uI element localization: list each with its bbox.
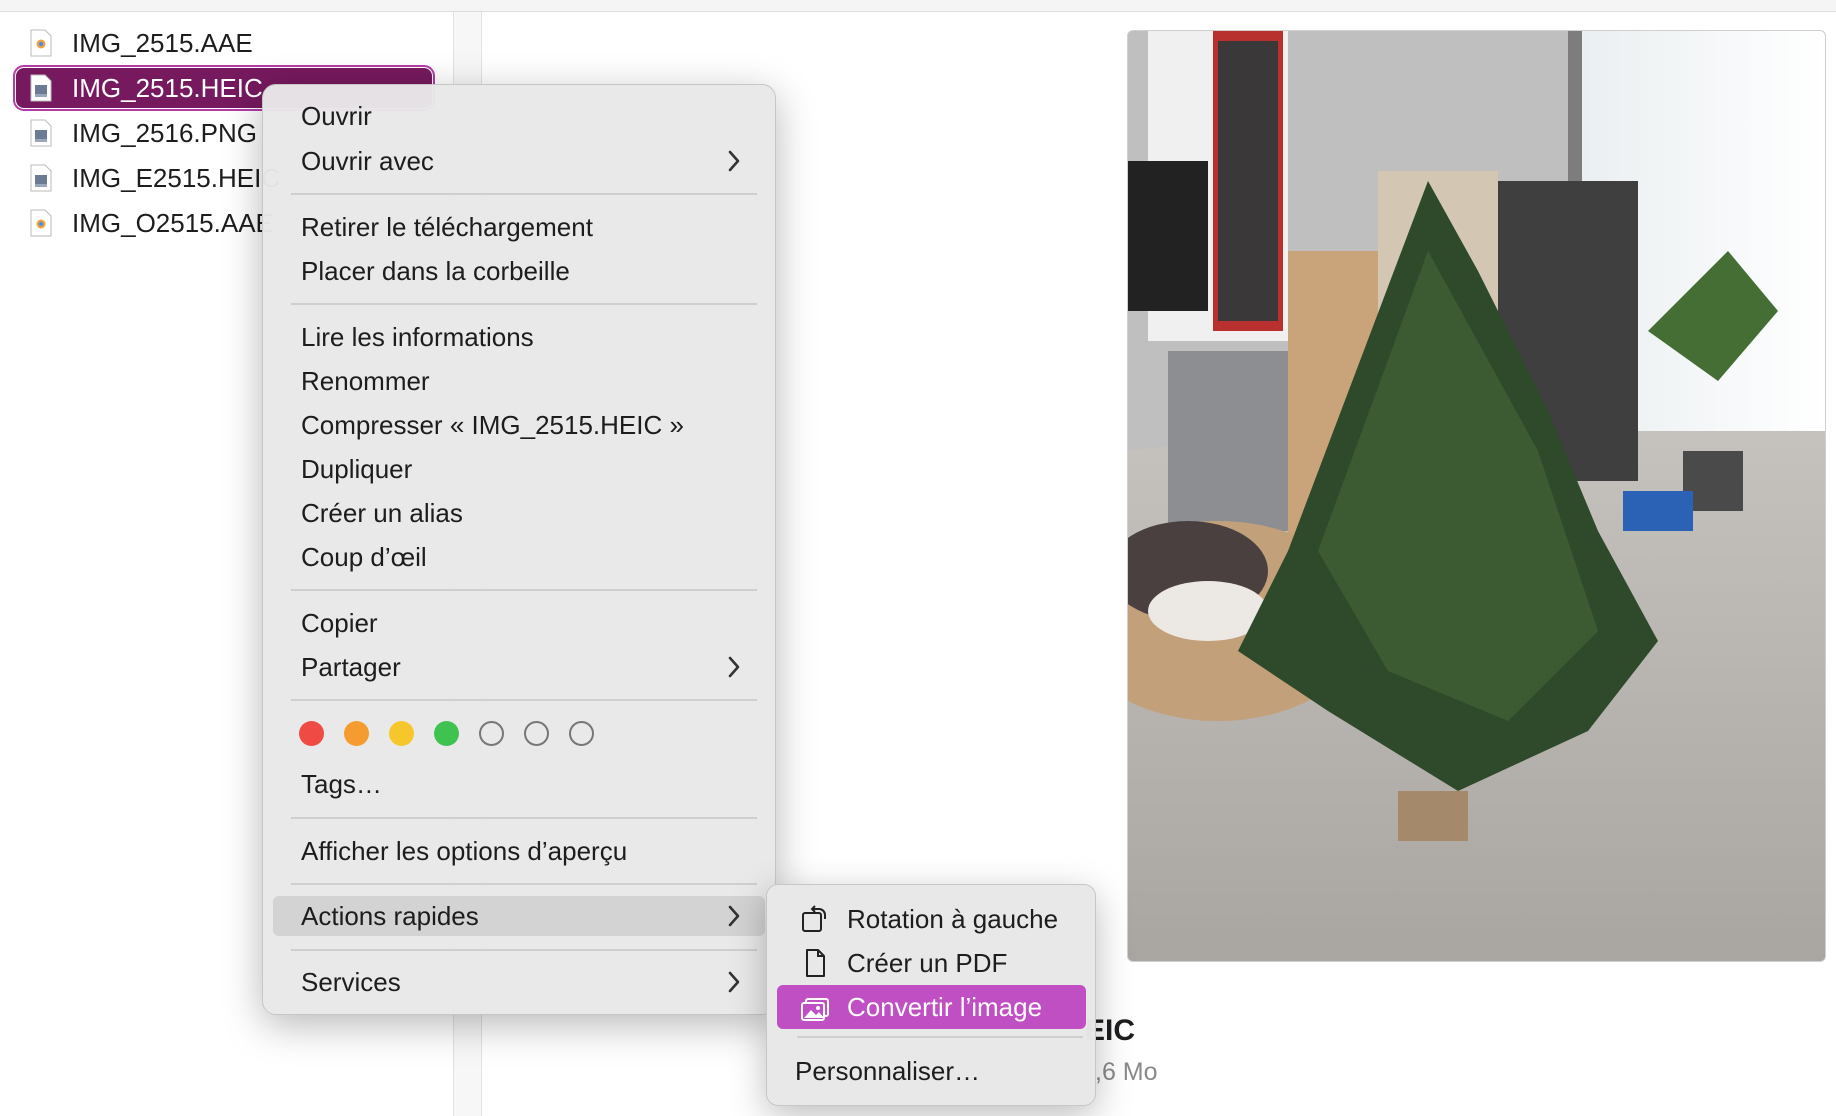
menu-item-quick-actions[interactable]: Actions rapides — [273, 896, 765, 936]
menu-separator — [291, 303, 757, 305]
menu-item-label: Afficher les options d’aperçu — [301, 835, 628, 866]
menu-item-move-to-trash[interactable]: Placer dans la corbeille — [273, 251, 765, 291]
submenu-item-label: Personnaliser… — [795, 1055, 980, 1086]
heic-file-icon — [30, 74, 52, 102]
menu-separator — [291, 699, 757, 701]
aae-file-icon — [30, 209, 52, 237]
menu-item-label: Retirer le téléchargement — [301, 211, 593, 242]
tag-orange[interactable] — [344, 721, 369, 746]
submenu-item-label: Convertir l’image — [847, 991, 1043, 1022]
menu-item-label: Lire les informations — [301, 321, 534, 352]
file-name: IMG_2515.AAE — [72, 27, 253, 58]
quick-actions-submenu: Rotation à gauche Créer un PDF Convertir… — [766, 884, 1096, 1106]
rotate-left-icon — [799, 903, 831, 935]
tag-color-row — [299, 721, 594, 746]
menu-item-open[interactable]: Ouvrir — [273, 96, 765, 136]
aae-file-icon — [30, 29, 52, 57]
tag-green[interactable] — [434, 721, 459, 746]
menu-item-services[interactable]: Services — [273, 962, 765, 1002]
tag-empty[interactable] — [524, 721, 549, 746]
menu-item-label: Actions rapides — [301, 900, 479, 931]
preview-file-size: ,6 Mo — [1095, 1058, 1158, 1086]
chevron-right-icon — [728, 905, 740, 927]
menu-separator — [291, 883, 757, 885]
menu-item-label: Coup d’œil — [301, 541, 427, 572]
submenu-item-customize[interactable]: Personnaliser… — [777, 1049, 1086, 1093]
heic-file-icon — [30, 164, 52, 192]
submenu-item-rotate-left[interactable]: Rotation à gauche — [777, 897, 1086, 941]
menu-item-label: Ouvrir — [301, 100, 372, 131]
chevron-right-icon — [728, 971, 740, 993]
menu-item-share[interactable]: Partager — [273, 647, 765, 687]
menu-item-label: Dupliquer — [301, 453, 413, 484]
context-menu: Ouvrir Ouvrir avec Retirer le télécharge… — [262, 84, 776, 1015]
submenu-item-label: Rotation à gauche — [847, 903, 1059, 934]
menu-item-open-with[interactable]: Ouvrir avec — [273, 141, 765, 181]
menu-separator — [797, 1036, 1083, 1038]
menu-item-copy[interactable]: Copier — [273, 603, 765, 643]
menu-item-label: Tags… — [301, 768, 382, 799]
submenu-item-convert-image[interactable]: Convertir l’image — [777, 985, 1086, 1029]
menu-item-label: Renommer — [301, 365, 430, 396]
tag-yellow[interactable] — [389, 721, 414, 746]
submenu-item-create-pdf[interactable]: Créer un PDF — [777, 941, 1086, 985]
document-icon — [799, 947, 831, 979]
menu-item-label: Partager — [301, 651, 401, 682]
window-top-border — [0, 0, 1836, 12]
menu-item-remove-download[interactable]: Retirer le téléchargement — [273, 207, 765, 247]
menu-item-label: Services — [301, 966, 401, 997]
file-name: IMG_2515.HEIC — [72, 72, 263, 103]
file-row-img-2515-aae[interactable]: IMG_2515.AAE — [16, 23, 432, 63]
image-preview — [1127, 30, 1826, 962]
menu-item-rename[interactable]: Renommer — [273, 361, 765, 401]
menu-item-label: Placer dans la corbeille — [301, 255, 570, 286]
menu-item-duplicate[interactable]: Dupliquer — [273, 449, 765, 489]
menu-item-compress[interactable]: Compresser « IMG_2515.HEIC » — [273, 405, 765, 445]
png-file-icon — [30, 119, 52, 147]
chevron-right-icon — [728, 150, 740, 172]
menu-separator — [291, 589, 757, 591]
menu-separator — [291, 949, 757, 951]
tag-empty[interactable] — [569, 721, 594, 746]
file-name: IMG_O2515.AAE — [72, 207, 273, 238]
menu-item-quick-look[interactable]: Coup d’œil — [273, 537, 765, 577]
menu-item-label: Créer un alias — [301, 497, 463, 528]
menu-item-label: Ouvrir avec — [301, 145, 434, 176]
chevron-right-icon — [728, 656, 740, 678]
photo-icon — [799, 991, 831, 1023]
submenu-item-label: Créer un PDF — [847, 947, 1008, 978]
menu-item-get-info[interactable]: Lire les informations — [273, 317, 765, 357]
menu-item-tags[interactable]: Tags… — [273, 764, 765, 804]
menu-item-show-preview-options[interactable]: Afficher les options d’aperçu — [273, 831, 765, 871]
file-name: IMG_E2515.HEIC — [72, 162, 281, 193]
menu-separator — [291, 817, 757, 819]
menu-item-label: Compresser « IMG_2515.HEIC » — [301, 409, 684, 440]
menu-item-label: Copier — [301, 607, 378, 638]
menu-item-make-alias[interactable]: Créer un alias — [273, 493, 765, 533]
tag-red[interactable] — [299, 721, 324, 746]
file-name: IMG_2516.PNG — [72, 117, 257, 148]
menu-separator — [291, 193, 757, 195]
tag-empty[interactable] — [479, 721, 504, 746]
